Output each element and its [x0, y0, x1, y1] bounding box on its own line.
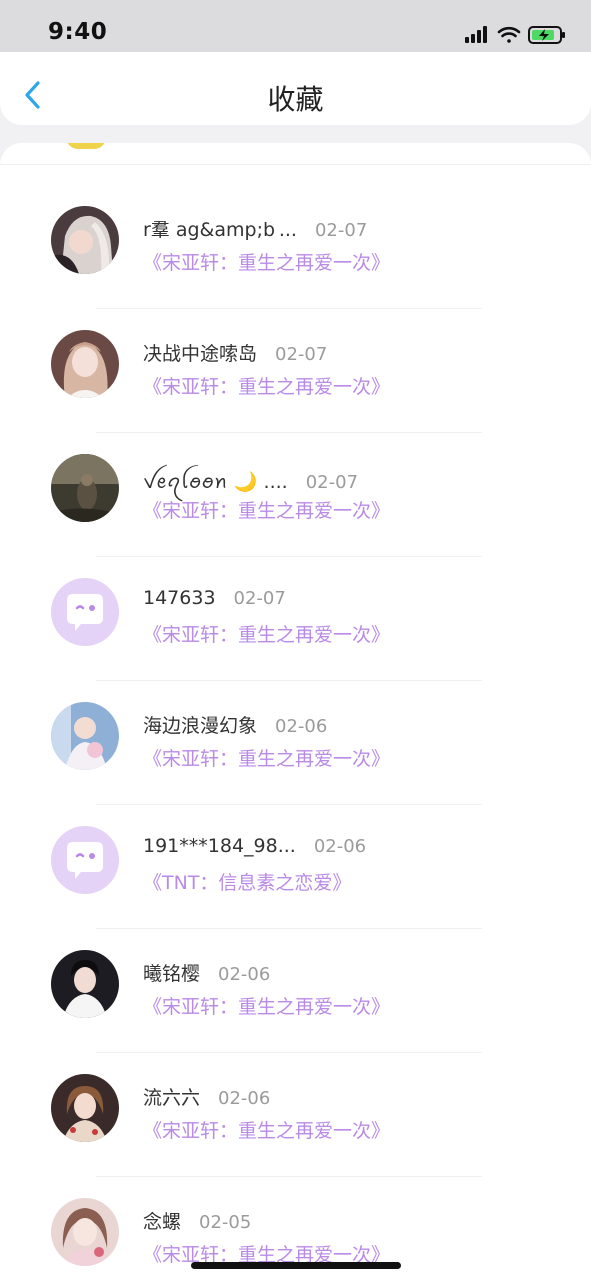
avatar[interactable]	[51, 950, 119, 1018]
avatar[interactable]	[51, 1198, 119, 1266]
chat-bubble-icon	[51, 826, 119, 894]
user-photo-icon	[51, 454, 119, 522]
favorite-date: 02-07	[305, 472, 359, 493]
user-photo-icon	[51, 702, 119, 770]
favorite-date: 02-06	[218, 1088, 271, 1109]
user-photo-icon	[51, 330, 119, 398]
list-item[interactable]: 191***184_98... 02-06 《TNT：信息素之恋爱》	[0, 805, 591, 929]
book-title[interactable]: 《TNT：信息素之恋爱》	[143, 868, 351, 895]
user-name: 流六六	[143, 1087, 201, 1109]
favorite-name: 海边浪漫幻象 02-06	[143, 711, 327, 738]
book-title[interactable]: 《宋亚轩：重生之再爱一次》	[143, 1116, 390, 1143]
user-photo-icon	[51, 1198, 119, 1266]
user-name: 决战中途嗦岛	[143, 343, 258, 365]
favorite-name: 决战中途嗦岛 02-07	[143, 339, 327, 366]
favorite-date: 02-06	[275, 716, 328, 737]
user-photo-icon	[51, 1074, 119, 1142]
nav-bar: 收藏	[0, 52, 591, 125]
partial-avatar	[66, 143, 106, 149]
favorite-name: 念螺 02-05	[143, 1207, 251, 1234]
user-name: ꪜꫀꪖꪶꪮꪮꪀ 🌙 ....	[143, 471, 288, 493]
list-item[interactable]: 流六六 02-06 《宋亚轩：重生之再爱一次》	[0, 1053, 591, 1177]
user-name: 147633	[143, 587, 216, 609]
user-name: 191***184_98...	[143, 835, 296, 857]
list-item[interactable]: ꪜꫀꪖꪶꪮꪮꪀ 🌙 .... 02-07 《宋亚轩：重生之再爱一次》	[0, 433, 591, 557]
signal-icon	[465, 26, 487, 43]
user-name: 海边浪漫幻象	[143, 715, 258, 737]
favorites-list[interactable]: r羣 ag&amp;b ... 02-07 《宋亚轩：重生之再爱一次》 决战中途嗦…	[0, 143, 591, 1280]
status-icons	[465, 24, 567, 46]
status-bar: 9:40	[0, 0, 591, 52]
favorite-name: 191***184_98... 02-06	[143, 835, 366, 857]
book-title[interactable]: 《宋亚轩：重生之再爱一次》	[143, 372, 390, 399]
page-title: 收藏	[267, 83, 324, 116]
avatar[interactable]	[51, 826, 119, 894]
favorite-name: 147633 02-07	[143, 587, 286, 609]
user-photo-icon	[51, 950, 119, 1018]
divider	[0, 164, 591, 165]
favorite-date: 02-06	[218, 964, 271, 985]
user-name: 曦铭樱	[143, 963, 201, 985]
list-item[interactable]: 海边浪漫幻象 02-06 《宋亚轩：重生之再爱一次》	[0, 681, 591, 805]
favorite-date: 02-06	[313, 836, 367, 857]
favorite-date: 02-07	[275, 344, 328, 365]
battery-icon	[528, 26, 565, 44]
chat-bubble-icon	[51, 578, 119, 646]
avatar[interactable]	[51, 330, 119, 398]
user-photo-icon	[51, 206, 119, 274]
book-title[interactable]: 《宋亚轩：重生之再爱一次》	[143, 744, 390, 771]
avatar[interactable]	[51, 702, 119, 770]
avatar[interactable]	[51, 578, 119, 646]
favorite-name: 曦铭樱 02-06	[143, 959, 270, 986]
status-time: 9:40	[48, 19, 108, 45]
avatar[interactable]	[51, 206, 119, 274]
list-item[interactable]: 决战中途嗦岛 02-07 《宋亚轩：重生之再爱一次》	[0, 309, 591, 433]
avatar[interactable]	[51, 1074, 119, 1142]
favorite-date: 02-07	[233, 588, 286, 609]
favorite-name: 流六六 02-06	[143, 1083, 270, 1110]
book-title[interactable]: 《宋亚轩：重生之再爱一次》	[143, 248, 390, 275]
list-item[interactable]: 曦铭樱 02-06 《宋亚轩：重生之再爱一次》	[0, 929, 591, 1053]
book-title[interactable]: 《宋亚轩：重生之再爱一次》	[143, 496, 390, 523]
book-title[interactable]: 《宋亚轩：重生之再爱一次》	[143, 620, 390, 647]
user-name: r羣 ag&amp;b ...	[143, 219, 297, 241]
home-indicator[interactable]	[191, 1262, 401, 1269]
favorite-name: r羣 ag&amp;b ... 02-07	[143, 215, 367, 242]
list-item[interactable]: 147633 02-07 《宋亚轩：重生之再爱一次》	[0, 557, 591, 681]
list-item[interactable]: r羣 ag&amp;b ... 02-07 《宋亚轩：重生之再爱一次》	[0, 185, 591, 309]
favorite-date: 02-05	[199, 1212, 252, 1233]
avatar[interactable]	[51, 454, 119, 522]
favorite-date: 02-07	[314, 220, 368, 241]
user-name: 念螺	[143, 1211, 182, 1233]
book-title[interactable]: 《宋亚轩：重生之再爱一次》	[143, 992, 390, 1019]
wifi-icon	[497, 26, 521, 43]
